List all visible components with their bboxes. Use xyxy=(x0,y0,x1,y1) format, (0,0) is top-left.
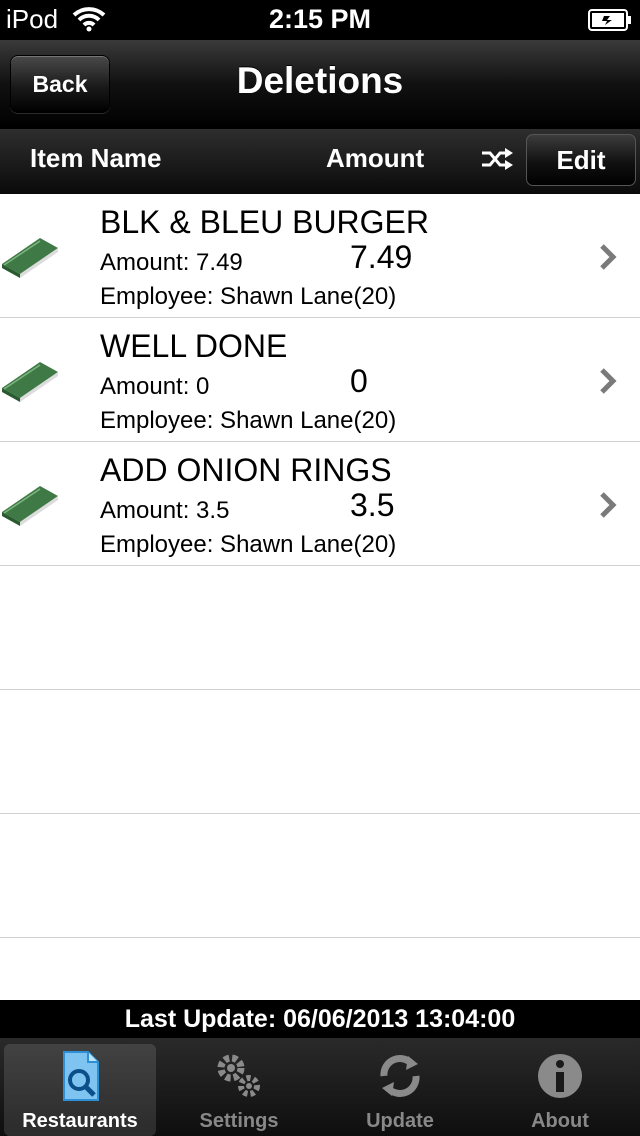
book-icon xyxy=(0,234,60,283)
page-title: Deletions xyxy=(236,60,404,101)
status-bar: iPod 2:15 PM xyxy=(0,0,640,40)
item-amount-value: 3.5 xyxy=(350,487,395,523)
navigation-bar: Back Deletions xyxy=(0,40,640,129)
item-amount-label: Amount: 7.49 xyxy=(100,249,243,276)
refresh-icon xyxy=(372,1048,428,1104)
item-name: WELL DONE xyxy=(100,328,288,364)
info-icon xyxy=(532,1048,588,1104)
item-employee: Employee: Shawn Lane(20) xyxy=(100,531,397,558)
tab-update[interactable]: Update xyxy=(324,1044,476,1136)
item-name-column-header: Item Name xyxy=(30,143,162,173)
tab-label: Update xyxy=(366,1110,434,1132)
document-search-icon xyxy=(52,1048,108,1104)
item-amount-label: Amount: 3.5 xyxy=(100,497,230,524)
column-header-bar: Item Name Amount Edit xyxy=(0,129,640,194)
tab-bar: Restaurants Settings Update About xyxy=(0,1038,640,1136)
item-employee: Employee: Shawn Lane(20) xyxy=(100,407,397,434)
gears-icon xyxy=(211,1048,267,1104)
last-update-label: Last Update: 06/06/2013 13:04:00 xyxy=(0,1000,640,1038)
item-employee: Employee: Shawn Lane(20) xyxy=(100,283,397,310)
shuffle-icon[interactable] xyxy=(480,147,514,176)
chevron-right-icon xyxy=(598,366,618,401)
tab-about[interactable]: About xyxy=(484,1044,636,1136)
chevron-right-icon xyxy=(598,490,618,525)
book-icon xyxy=(0,358,60,407)
item-name: ADD ONION RINGS xyxy=(100,452,392,488)
list-item[interactable]: ADD ONION RINGS Amount: 3.5 3.5 Employee… xyxy=(0,442,640,566)
tab-label: Settings xyxy=(199,1110,279,1132)
empty-row xyxy=(0,814,640,938)
list-item[interactable]: WELL DONE Amount: 0 0 Employee: Shawn La… xyxy=(0,318,640,442)
book-icon xyxy=(0,482,60,531)
item-amount-value: 0 xyxy=(350,363,368,399)
chevron-right-icon xyxy=(598,242,618,277)
deletions-list: BLK & BLEU BURGER Amount: 7.49 7.49 Empl… xyxy=(0,194,640,938)
item-name: BLK & BLEU BURGER xyxy=(100,204,429,240)
edit-button[interactable]: Edit xyxy=(526,134,636,186)
item-amount-value: 7.49 xyxy=(350,239,413,275)
empty-row xyxy=(0,566,640,690)
tab-settings[interactable]: Settings xyxy=(163,1044,315,1136)
list-item[interactable]: BLK & BLEU BURGER Amount: 7.49 7.49 Empl… xyxy=(0,194,640,318)
amount-column-header: Amount xyxy=(326,143,425,173)
tab-label: About xyxy=(531,1110,589,1132)
tab-restaurants[interactable]: Restaurants xyxy=(4,1044,156,1136)
empty-row xyxy=(0,690,640,814)
item-amount-label: Amount: 0 xyxy=(100,373,210,400)
battery-icon xyxy=(588,9,632,36)
tab-label: Restaurants xyxy=(22,1110,138,1132)
status-time: 2:15 PM xyxy=(268,4,372,34)
